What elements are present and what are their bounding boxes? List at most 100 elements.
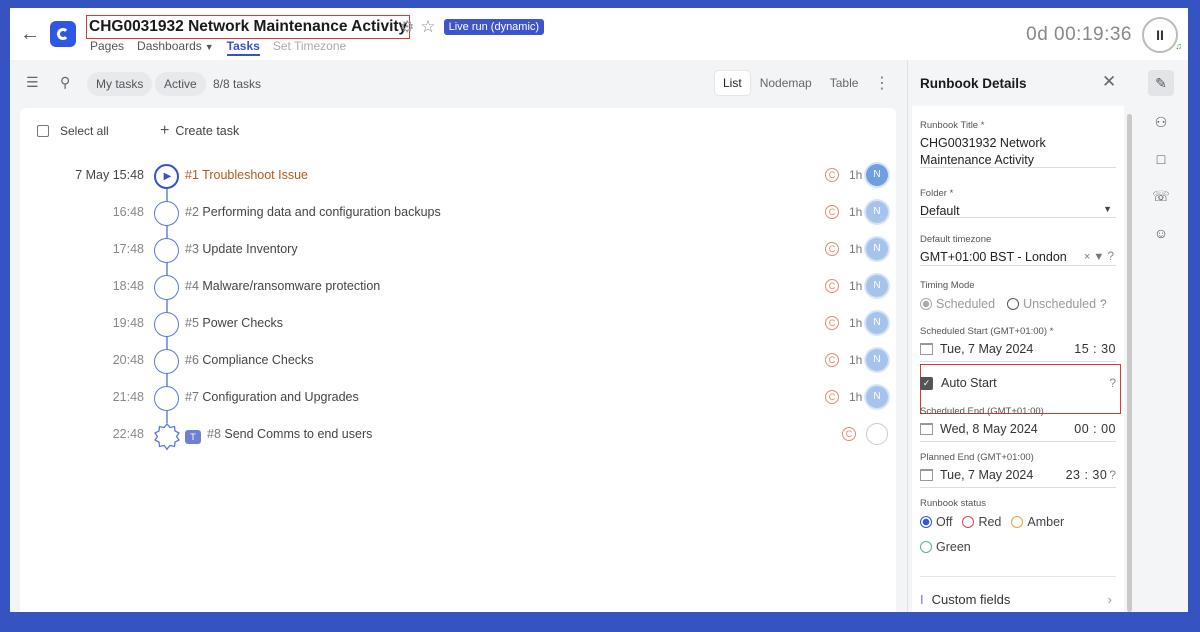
task-node-icon[interactable]	[154, 275, 179, 300]
task-node-icon[interactable]	[154, 238, 179, 263]
smiley-icon[interactable]: ☺	[1148, 220, 1174, 246]
task-node-icon[interactable]	[154, 386, 179, 411]
radio-green[interactable]	[920, 541, 932, 553]
runbook-status: Runbook status Off Red Amber Green	[920, 498, 1116, 554]
task-node-icon[interactable]	[154, 201, 179, 226]
calendar-icon[interactable]	[920, 423, 933, 435]
edit-icon[interactable]: ✎	[1148, 70, 1174, 96]
end-node-icon[interactable]	[154, 423, 180, 450]
select-all[interactable]: Select all	[37, 124, 109, 138]
date-value[interactable]: Wed, 8 May 2024	[940, 422, 1038, 436]
filter-sliders-icon[interactable]: ☰	[26, 74, 39, 91]
radio-label: Amber	[1027, 515, 1065, 529]
custom-fields-button[interactable]: I Custom fields ›	[920, 592, 1112, 607]
field-label: Timing Mode	[920, 280, 975, 291]
create-task-button[interactable]: + Create task	[160, 122, 239, 140]
task-row[interactable]: 21:48 #7 Configuration and Upgrades C 1h…	[20, 383, 896, 413]
time-value[interactable]: 15 : 30	[1074, 342, 1116, 356]
star-icon[interactable]: ☆	[420, 17, 435, 37]
radio-red[interactable]	[962, 516, 975, 528]
avatar[interactable]: N	[866, 275, 888, 297]
nav-pages[interactable]: Pages	[90, 39, 124, 56]
phone-icon[interactable]: ☏	[1148, 183, 1174, 209]
timezone-controls[interactable]: × ▼ ?	[1084, 249, 1114, 263]
radio-amber[interactable]	[1011, 516, 1024, 528]
task-name[interactable]: T #8 Send Comms to end users	[185, 427, 372, 444]
select-all-checkbox[interactable]	[37, 125, 49, 137]
task-time: 20:48	[112, 353, 144, 367]
nav-tasks[interactable]: Tasks	[226, 39, 260, 56]
runbook-title-field[interactable]: Runbook Title * CHG0031932 Network Maint…	[920, 120, 1116, 168]
time-value[interactable]: 00 : 00	[1074, 422, 1116, 436]
avatar[interactable]: N	[866, 349, 888, 371]
avatar[interactable]: N	[866, 238, 888, 260]
task-row[interactable]: 18:48 #4 Malware/ransomware protection C…	[20, 272, 896, 302]
more-options-icon[interactable]: ⋮	[874, 73, 890, 93]
avatar[interactable]: N	[866, 201, 888, 223]
panel-scrollbar[interactable]	[1127, 114, 1132, 612]
radio-scheduled[interactable]	[920, 298, 932, 310]
task-row[interactable]: 19:48 #5 Power Checks C 1h N	[20, 309, 896, 339]
pause-button[interactable]: II	[1142, 17, 1178, 53]
folder-value[interactable]: Default	[920, 203, 1116, 220]
avatar[interactable]: N	[866, 386, 888, 408]
radio-off[interactable]	[920, 516, 932, 528]
task-name[interactable]: #1 Troubleshoot Issue	[185, 168, 308, 182]
nav-dashboards[interactable]: Dashboards ▼	[137, 39, 214, 56]
users-icon[interactable]: ⚇	[1148, 109, 1174, 135]
calendar-icon[interactable]	[920, 343, 933, 355]
help-icon[interactable]: ?	[1109, 468, 1116, 482]
task-name[interactable]: #7 Configuration and Upgrades	[185, 390, 359, 404]
task-row[interactable]: 20:48 #6 Compliance Checks C 1h N	[20, 346, 896, 376]
date-row: Wed, 8 May 2024 00 : 00	[920, 422, 1116, 436]
task-row[interactable]: 22:48 T #8 Send Comms to end users C	[20, 420, 896, 450]
avatar[interactable]: N	[866, 164, 888, 186]
view-table[interactable]: Table	[822, 71, 867, 95]
help-icon[interactable]: ?	[1107, 249, 1114, 263]
view-list[interactable]: List	[715, 71, 750, 95]
task-row[interactable]: 16:48 #2 Performing data and configurati…	[20, 198, 896, 228]
radio-label: Off	[936, 515, 953, 529]
avatar[interactable]: N	[866, 312, 888, 334]
task-time: 18:48	[112, 279, 144, 293]
runbook-title-value[interactable]: CHG0031932 Network Maintenance Activity	[920, 135, 1116, 169]
gear-icon[interactable]: ⚙	[400, 17, 414, 37]
task-name[interactable]: #4 Malware/ransomware protection	[185, 279, 380, 293]
active-filter[interactable]: Active	[155, 72, 206, 96]
task-name[interactable]: #5 Power Checks	[185, 316, 283, 330]
folder-select[interactable]: Folder * Default ▼	[920, 188, 1116, 218]
header: ← CHG0031932 Network Maintenance Activit…	[10, 8, 1188, 60]
back-arrow-icon[interactable]: ←	[18, 22, 42, 46]
task-list: Select all + Create task 7 May 15:48 ▶ #…	[20, 108, 896, 612]
task-time: 19:48	[112, 316, 144, 330]
date-value[interactable]: Tue, 7 May 2024	[940, 342, 1033, 356]
task-toolbar: ☰ ⚲ My tasks Active 8/8 tasks List Nodem…	[10, 60, 907, 106]
comment-icon[interactable]: □	[1148, 146, 1174, 172]
task-name[interactable]: #3 Update Inventory	[185, 242, 298, 256]
avatar[interactable]	[866, 423, 888, 445]
task-node-icon[interactable]	[154, 349, 179, 374]
close-icon[interactable]: ✕	[1102, 72, 1116, 92]
scheduled-end-field[interactable]: Scheduled End (GMT+01:00) Wed, 8 May 202…	[920, 406, 1116, 442]
help-icon[interactable]: ?	[1100, 297, 1107, 311]
title-actions: ⚙ ☆ Live run (dynamic)	[400, 17, 545, 37]
task-name[interactable]: #6 Compliance Checks	[185, 353, 314, 367]
auto-start-checkbox[interactable]: ✓	[920, 376, 933, 390]
task-name[interactable]: #2 Performing data and configuration bac…	[185, 205, 441, 219]
search-icon[interactable]: ⚲	[60, 74, 70, 91]
task-row[interactable]: 17:48 #3 Update Inventory C 1h N	[20, 235, 896, 265]
task-row[interactable]: 7 May 15:48 ▶ #1 Troubleshoot Issue C 1h…	[20, 161, 896, 191]
critical-icon: C	[825, 168, 839, 182]
timezone-select[interactable]: Default timezone GMT+01:00 BST - London …	[920, 234, 1116, 266]
view-nodemap[interactable]: Nodemap	[752, 71, 820, 95]
help-icon[interactable]: ?	[1109, 376, 1116, 390]
task-node-icon[interactable]	[154, 312, 179, 337]
nav-set-timezone[interactable]: Set Timezone	[273, 39, 346, 56]
my-tasks-filter[interactable]: My tasks	[87, 72, 153, 96]
auto-start[interactable]: ✓ Auto Start ?	[920, 376, 1116, 390]
scheduled-start-field[interactable]: Scheduled Start (GMT+01:00) * Tue, 7 May…	[920, 326, 1116, 362]
app-window: ← CHG0031932 Network Maintenance Activit…	[10, 8, 1188, 612]
play-icon[interactable]: ▶	[154, 164, 179, 189]
chevron-down-icon[interactable]: ▼	[1103, 204, 1112, 214]
radio-unscheduled[interactable]	[1007, 298, 1020, 310]
